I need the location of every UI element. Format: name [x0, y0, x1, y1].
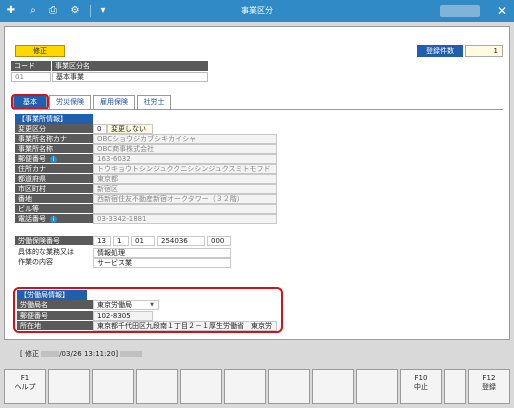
code-value: 01: [11, 72, 51, 82]
labor-bureau-section-title: 【労働局情報】: [17, 290, 87, 300]
field-label: 事業所名称: [15, 144, 93, 154]
field-label: 市区町村: [15, 184, 93, 194]
insurance-number-part[interactable]: 000: [207, 236, 231, 246]
fkey-number: F12: [482, 374, 496, 382]
mode-badge: 修正: [15, 45, 65, 57]
info-icon[interactable]: i: [50, 155, 57, 163]
field-label: 労働局名: [17, 300, 93, 310]
change-type-name: 変更しない: [107, 124, 153, 134]
settings-icon[interactable]: ⚙: [68, 4, 82, 18]
f5-button[interactable]: [180, 369, 222, 404]
insurance-number-part[interactable]: 01: [131, 236, 155, 246]
name-header: 事業区分名: [52, 61, 208, 71]
field-label-text: 郵便番号: [18, 155, 46, 163]
user-name: [440, 5, 480, 17]
address-kana: トウキョウトシンジュククニシシンジュクスミトモフド: [93, 164, 277, 174]
status-datetime: /03/26 13:11:20]: [59, 350, 119, 358]
f2-button[interactable]: [48, 369, 90, 404]
status-user-redacted: [120, 351, 143, 357]
insurance-number-part[interactable]: 254036: [157, 236, 205, 246]
insurance-number-part[interactable]: 13: [93, 236, 111, 246]
fkey-number: F1: [20, 374, 30, 382]
labor-bureau-address: 東京都千代田区九段南１丁目２－１厚生労働省 東京労: [93, 321, 277, 331]
f4-button[interactable]: [136, 369, 178, 404]
business-value[interactable]: 情報処理: [93, 248, 231, 258]
labor-bureau-value: 東京労働局: [97, 301, 132, 309]
field-label: ビル等: [15, 204, 93, 214]
code-header: コード: [11, 61, 51, 71]
window-title: 事業区分: [241, 6, 273, 15]
labor-bureau-select[interactable]: 東京労働局 ▼: [93, 300, 159, 310]
chevron-down-icon[interactable]: ▼: [150, 301, 154, 309]
field-label: 事業所名称カナ: [15, 134, 93, 144]
tab-workers-comp[interactable]: 労災保険: [49, 95, 91, 109]
office-name: OBC商事株式会社: [93, 144, 277, 154]
insurance-number-label: 労働保険番号: [15, 236, 93, 246]
print-icon[interactable]: ⎙: [46, 4, 60, 18]
field-label-text: 電話番号: [18, 215, 46, 223]
f3-button[interactable]: [92, 369, 134, 404]
field-label: 都道府県: [15, 174, 93, 184]
work-value[interactable]: サービス業: [93, 258, 231, 268]
tab-highlight: [11, 94, 49, 110]
insurance-number-part[interactable]: 1: [113, 236, 129, 246]
change-type-code[interactable]: 0: [93, 124, 107, 134]
name-value: 基本事業: [52, 72, 208, 82]
city: 新宿区: [93, 184, 277, 194]
business-label: 具体的な業務又は: [15, 248, 93, 258]
record-count-label: 登録件数: [417, 45, 463, 57]
f1-help-button[interactable]: F1 ヘルプ: [4, 369, 46, 404]
postal-code: 163-6032: [93, 154, 277, 164]
postal-label: 郵便番号 i: [15, 154, 93, 164]
phone-label: 電話番号 i: [15, 214, 93, 224]
title-bar: ✚ ⌕ ⎙ ⚙ ▾ 事業区分 ✕: [0, 0, 514, 22]
search-icon[interactable]: ⌕: [26, 4, 40, 18]
status-prefix: [ 修正: [20, 350, 39, 358]
fkey-label: 中止: [414, 383, 428, 391]
record-count-value: 1: [465, 45, 503, 57]
fkey-label: ヘルプ: [14, 383, 36, 391]
field-label: 所在地: [17, 321, 93, 331]
f7-button[interactable]: [268, 369, 310, 404]
street-address: 西新宿住友不動産新宿オークタワー（３２階）: [93, 194, 277, 204]
tab-divider: [13, 109, 503, 110]
f6-button[interactable]: [224, 369, 266, 404]
toolbar-divider: [90, 5, 91, 17]
office-section-title: 【事業所情報】: [15, 114, 93, 124]
field-label: 郵便番号: [17, 311, 93, 321]
status-line: [ 修正 /03/26 13:11:20]: [20, 349, 143, 359]
f11-button[interactable]: [444, 369, 466, 404]
f8-button[interactable]: [312, 369, 354, 404]
office-name-kana: OBCショウジカブシキカイシャ: [93, 134, 277, 144]
field-label: 変更区分: [15, 124, 93, 134]
field-label: 番地: [15, 194, 93, 204]
tab-employment-ins[interactable]: 雇用保険: [93, 95, 135, 109]
f9-button[interactable]: [356, 369, 398, 404]
work-label: 作業の内容: [15, 258, 93, 268]
info-icon[interactable]: i: [50, 215, 57, 223]
f12-register-button[interactable]: F12 登録: [468, 369, 510, 404]
fkey-label: 登録: [482, 383, 496, 391]
field-label: 住所カナ: [15, 164, 93, 174]
building: [93, 204, 277, 214]
function-key-bar: F1 ヘルプ F10 中止 F12 登録: [4, 369, 510, 404]
status-year-redacted: [41, 351, 60, 357]
prefecture: 東京都: [93, 174, 277, 184]
chevron-down-icon[interactable]: ▾: [96, 4, 110, 18]
new-record-icon[interactable]: ✚: [4, 4, 18, 18]
fkey-number: F10: [414, 374, 428, 382]
phone-number: 03-3342-1881: [93, 214, 277, 224]
tab-sharoushi[interactable]: 社労士: [137, 95, 171, 109]
close-icon[interactable]: ✕: [494, 3, 510, 19]
main-panel: 修正 登録件数 1 コード 事業区分名 01 基本事業 基本 労災保険 雇用保険…: [4, 26, 510, 340]
f10-cancel-button[interactable]: F10 中止: [400, 369, 442, 404]
labor-bureau-postal: 102-8305: [93, 311, 153, 321]
